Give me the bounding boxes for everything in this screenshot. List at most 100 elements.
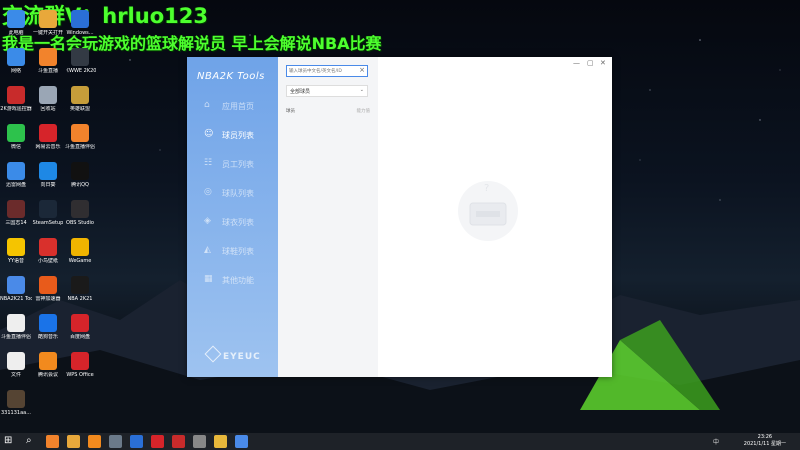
desktop-icon[interactable]: Windows... bbox=[64, 10, 96, 36]
nav-item[interactable]: ☺ 球员列表 bbox=[187, 125, 278, 145]
nav-label: 球衣列表 bbox=[222, 218, 254, 227]
maximize-icon[interactable]: ▢ bbox=[587, 59, 594, 67]
nav-item[interactable]: ▦ 其他功能 bbox=[187, 270, 278, 290]
desktop-icon[interactable]: 雷神加速器 bbox=[32, 276, 64, 302]
nav-item[interactable]: ◭ 球鞋列表 bbox=[187, 241, 278, 261]
app-icon bbox=[71, 48, 89, 66]
douyu-icon[interactable] bbox=[88, 435, 101, 448]
app-icon bbox=[39, 276, 57, 294]
desktop-icon[interactable]: 回收站 bbox=[32, 86, 64, 112]
desktop-icon[interactable]: 迅雷网盘 bbox=[0, 162, 32, 188]
app-icon bbox=[7, 238, 25, 256]
desktop-icon[interactable]: WeGame bbox=[64, 238, 96, 264]
taskbar-app-icon[interactable] bbox=[67, 435, 80, 448]
clear-icon[interactable]: × bbox=[359, 66, 365, 74]
desktop-icon-label: 腾讯QQ bbox=[71, 182, 89, 188]
desktop-icon[interactable]: 网络 bbox=[0, 48, 32, 74]
desktop-icon[interactable]: 英雄联盟 bbox=[64, 86, 96, 112]
nav-item[interactable]: ⌂ 应用首页 bbox=[187, 96, 278, 116]
desktop-icon-label: 此电脑 bbox=[8, 30, 24, 36]
app-icon bbox=[7, 314, 25, 332]
wps-icon[interactable] bbox=[172, 435, 185, 448]
netease-icon[interactable] bbox=[151, 435, 164, 448]
search-icon[interactable]: ⌕ bbox=[26, 435, 32, 446]
desktop-icon-label: 斗鱼直播伴侣 bbox=[64, 144, 95, 150]
desktop-icon[interactable]: 此电脑 bbox=[0, 10, 32, 36]
app-icon bbox=[7, 86, 25, 104]
desktop-icon[interactable]: 百度网盘 bbox=[64, 314, 96, 340]
desktop-icon[interactable]: 向日葵 bbox=[32, 162, 64, 188]
desktop-icon[interactable]: 腾讯QQ bbox=[64, 162, 96, 188]
desktop-icon[interactable]: OBS Studio bbox=[64, 200, 96, 226]
desktop-icon[interactable]: 《WWE 2K20》3D... bbox=[64, 48, 96, 74]
app-icon bbox=[39, 238, 57, 256]
app-icon bbox=[7, 390, 25, 408]
windows-start-icon[interactable]: ⊞ bbox=[4, 436, 12, 446]
player-list-panel: × 全部球员 ⌄ 球员 能力值 bbox=[278, 57, 378, 377]
nba2k-tools-icon[interactable] bbox=[235, 435, 248, 448]
nav-item[interactable]: ◎ 球队列表 bbox=[187, 183, 278, 203]
desktop-icon-label: 回收站 bbox=[40, 106, 56, 112]
desktop-icon[interactable]: 2K游戏遥控器 bbox=[0, 86, 32, 112]
desktop-icon-label: 三国志14 bbox=[5, 220, 27, 226]
desktop-icon-label: NBA 2K21 bbox=[67, 296, 93, 302]
desktop-icon[interactable]: 斗鱼直播伴侣 bbox=[0, 314, 32, 340]
system-clock[interactable]: 23:26 2021/1/11 星期一 bbox=[744, 434, 786, 448]
close-icon[interactable]: ✕ bbox=[600, 59, 606, 67]
desktop-icon[interactable]: 酷狗音乐 bbox=[32, 314, 64, 340]
desktop-icon[interactable]: 331131aa... bbox=[0, 390, 32, 416]
desktop-icon[interactable]: NBA 2K21 bbox=[64, 276, 96, 302]
nav-label: 球员列表 bbox=[222, 131, 254, 140]
desktop-icon[interactable]: 小鸟壁纸 bbox=[32, 238, 64, 264]
app-icon bbox=[71, 238, 89, 256]
nav-item[interactable]: ◈ 球衣列表 bbox=[187, 212, 278, 232]
app-icon bbox=[71, 200, 89, 218]
player-search-box[interactable]: × bbox=[286, 65, 368, 77]
app-icon bbox=[39, 352, 57, 370]
desktop-icon[interactable]: 三国志14 bbox=[0, 200, 32, 226]
app-icon bbox=[71, 86, 89, 104]
desktop-icon-label: 《WWE 2K20》3D... bbox=[64, 68, 96, 74]
desktop-icon[interactable]: NBA2K21 Tools bbox=[0, 276, 32, 302]
nav-item[interactable]: ☷ 员工列表 bbox=[187, 154, 278, 174]
app-icon bbox=[7, 162, 25, 180]
minimize-icon[interactable]: — bbox=[573, 59, 580, 67]
desktop-icon[interactable]: SteamSetup bbox=[32, 200, 64, 226]
app-icon bbox=[39, 314, 57, 332]
desktop-icon[interactable]: YY语音 bbox=[0, 238, 32, 264]
browser-icon[interactable] bbox=[46, 435, 59, 448]
nav-label: 球队列表 bbox=[222, 189, 254, 198]
desktop-icon[interactable]: 腾讯会议 bbox=[32, 352, 64, 378]
desktop-icon[interactable]: 斗鱼直播 bbox=[32, 48, 64, 74]
taskbar-app-icon[interactable] bbox=[214, 435, 227, 448]
desktop-icon[interactable]: WPS Office bbox=[64, 352, 96, 378]
desktop-icon[interactable]: 微信 bbox=[0, 124, 32, 150]
desktop-icon-label: WeGame bbox=[68, 258, 92, 264]
obs-icon[interactable] bbox=[109, 435, 122, 448]
app-icon bbox=[39, 162, 57, 180]
app-icon[interactable] bbox=[130, 435, 143, 448]
brand-logo: EYEUC bbox=[204, 345, 261, 363]
ime-indicator[interactable]: 中 bbox=[713, 437, 719, 446]
desktop-icon-label: 2K游戏遥控器 bbox=[0, 106, 32, 112]
col-rating[interactable]: 能力值 bbox=[357, 108, 371, 114]
desktop-icon-label: WPS Office bbox=[66, 372, 94, 378]
nav-label: 员工列表 bbox=[222, 160, 254, 169]
desktop-icon-label: 331131aa... bbox=[1, 410, 31, 416]
desktop-icon[interactable]: 文件 bbox=[0, 352, 32, 378]
desktop-icon-label: 网络 bbox=[10, 68, 21, 74]
col-player[interactable]: 球员 bbox=[286, 109, 295, 114]
app-icon bbox=[7, 48, 25, 66]
home-icon: ⌂ bbox=[204, 100, 210, 110]
desktop-icon-label: Windows... bbox=[66, 30, 94, 36]
desktop-icon[interactable]: 一键开关打开 bbox=[32, 10, 64, 36]
app-icon bbox=[71, 352, 89, 370]
desktop-icon[interactable]: 斗鱼直播伴侣 bbox=[64, 124, 96, 150]
folder-icon[interactable] bbox=[193, 435, 206, 448]
player-filter-dropdown[interactable]: 全部球员 ⌄ bbox=[286, 85, 368, 97]
app-icon bbox=[7, 10, 25, 28]
player-search-input[interactable] bbox=[287, 66, 355, 76]
app-icon bbox=[7, 124, 25, 142]
staff-icon: ☷ bbox=[204, 158, 213, 168]
desktop-icon[interactable]: 网易云音乐 bbox=[32, 124, 64, 150]
